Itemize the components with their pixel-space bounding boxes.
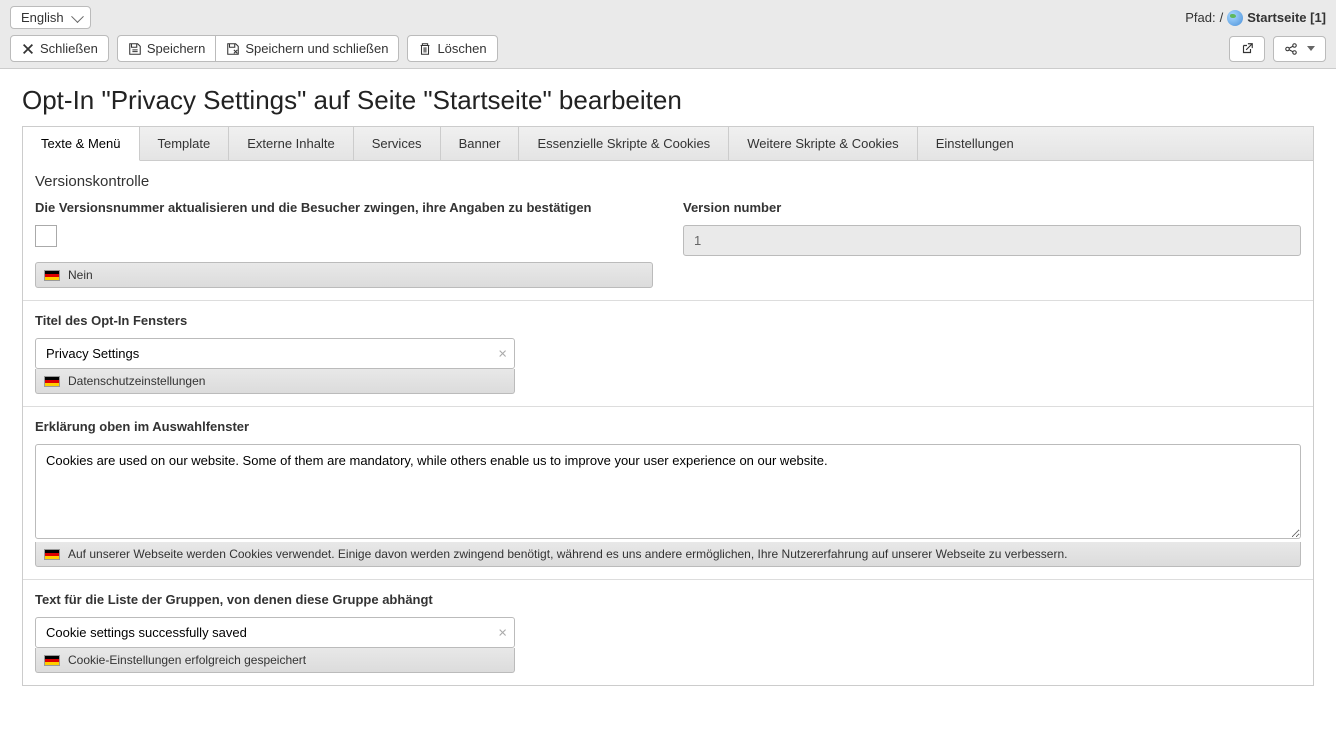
language-select-value: English xyxy=(21,10,64,25)
close-icon xyxy=(21,42,35,56)
group-text-translation[interactable]: Cookie-Einstellungen erfolgreich gespeic… xyxy=(35,648,515,673)
close-button[interactable]: Schließen xyxy=(10,35,109,62)
page-title: Opt-In "Privacy Settings" auf Seite "Sta… xyxy=(0,69,1336,126)
external-link-icon xyxy=(1240,42,1254,56)
clear-icon[interactable]: × xyxy=(498,345,507,362)
force-confirm-translation-text: Nein xyxy=(68,268,93,282)
delete-button-label: Löschen xyxy=(437,41,486,56)
flag-de-icon xyxy=(44,270,60,281)
force-confirm-label: Die Versionsnummer aktualisieren und die… xyxy=(35,200,653,215)
language-select[interactable]: English xyxy=(10,6,91,29)
clear-icon[interactable]: × xyxy=(498,624,507,641)
window-title-input[interactable] xyxy=(35,338,515,369)
tab-externe-inhalte[interactable]: Externe Inhalte xyxy=(229,127,353,160)
flag-de-icon xyxy=(44,376,60,387)
force-confirm-translation[interactable]: Nein xyxy=(35,262,653,288)
path-sep: / xyxy=(1220,10,1224,25)
group-text-label: Text für die Liste der Gruppen, von dene… xyxy=(35,592,1301,607)
tab-template[interactable]: Template xyxy=(140,127,230,160)
breadcrumb: Pfad: / Startseite [1] xyxy=(1185,10,1326,26)
group-text-input[interactable] xyxy=(35,617,515,648)
breadcrumb-current[interactable]: Startseite [1] xyxy=(1247,10,1326,25)
explanation-translation[interactable]: Auf unserer Webseite werden Cookies verw… xyxy=(35,542,1301,567)
tab-services[interactable]: Services xyxy=(354,127,441,160)
tab-weitere[interactable]: Weitere Skripte & Cookies xyxy=(729,127,918,160)
window-title-label: Titel des Opt-In Fensters xyxy=(35,313,1301,328)
force-confirm-checkbox[interactable] xyxy=(35,225,57,247)
share-button[interactable] xyxy=(1273,36,1326,62)
tab-banner[interactable]: Banner xyxy=(441,127,520,160)
save-close-button[interactable]: Speichern und schließen xyxy=(215,35,399,62)
share-icon xyxy=(1284,42,1298,56)
tab-bar: Texte & Menü Template Externe Inhalte Se… xyxy=(22,126,1314,160)
save-button-label: Speichern xyxy=(147,41,206,56)
delete-button[interactable]: Löschen xyxy=(407,35,497,62)
tab-essenzielle[interactable]: Essenzielle Skripte & Cookies xyxy=(519,127,729,160)
close-button-label: Schließen xyxy=(40,41,98,56)
window-title-translation-text: Datenschutzeinstellungen xyxy=(68,374,205,388)
chevron-down-icon xyxy=(1307,46,1315,51)
flag-de-icon xyxy=(44,655,60,666)
save-icon xyxy=(128,42,142,56)
globe-icon xyxy=(1227,10,1243,26)
save-close-icon xyxy=(226,42,240,56)
explanation-label: Erklärung oben im Auswahlfenster xyxy=(35,419,1301,434)
path-label: Pfad: xyxy=(1185,10,1215,25)
section-title-version: Versionskontrolle xyxy=(35,173,1301,190)
explanation-translation-text: Auf unserer Webseite werden Cookies verw… xyxy=(68,547,1067,561)
window-title-translation[interactable]: Datenschutzeinstellungen xyxy=(35,369,515,394)
save-close-button-label: Speichern und schließen xyxy=(245,41,388,56)
version-number-input[interactable] xyxy=(683,225,1301,256)
tab-einstellungen[interactable]: Einstellungen xyxy=(918,127,1032,160)
group-text-translation-text: Cookie-Einstellungen erfolgreich gespeic… xyxy=(68,653,306,667)
tab-texte-menu[interactable]: Texte & Menü xyxy=(23,127,140,161)
trash-icon xyxy=(418,42,432,56)
save-button[interactable]: Speichern xyxy=(117,35,217,62)
flag-de-icon xyxy=(44,549,60,560)
open-external-button[interactable] xyxy=(1229,36,1265,62)
explanation-textarea[interactable] xyxy=(35,444,1301,539)
version-number-label: Version number xyxy=(683,200,1301,215)
